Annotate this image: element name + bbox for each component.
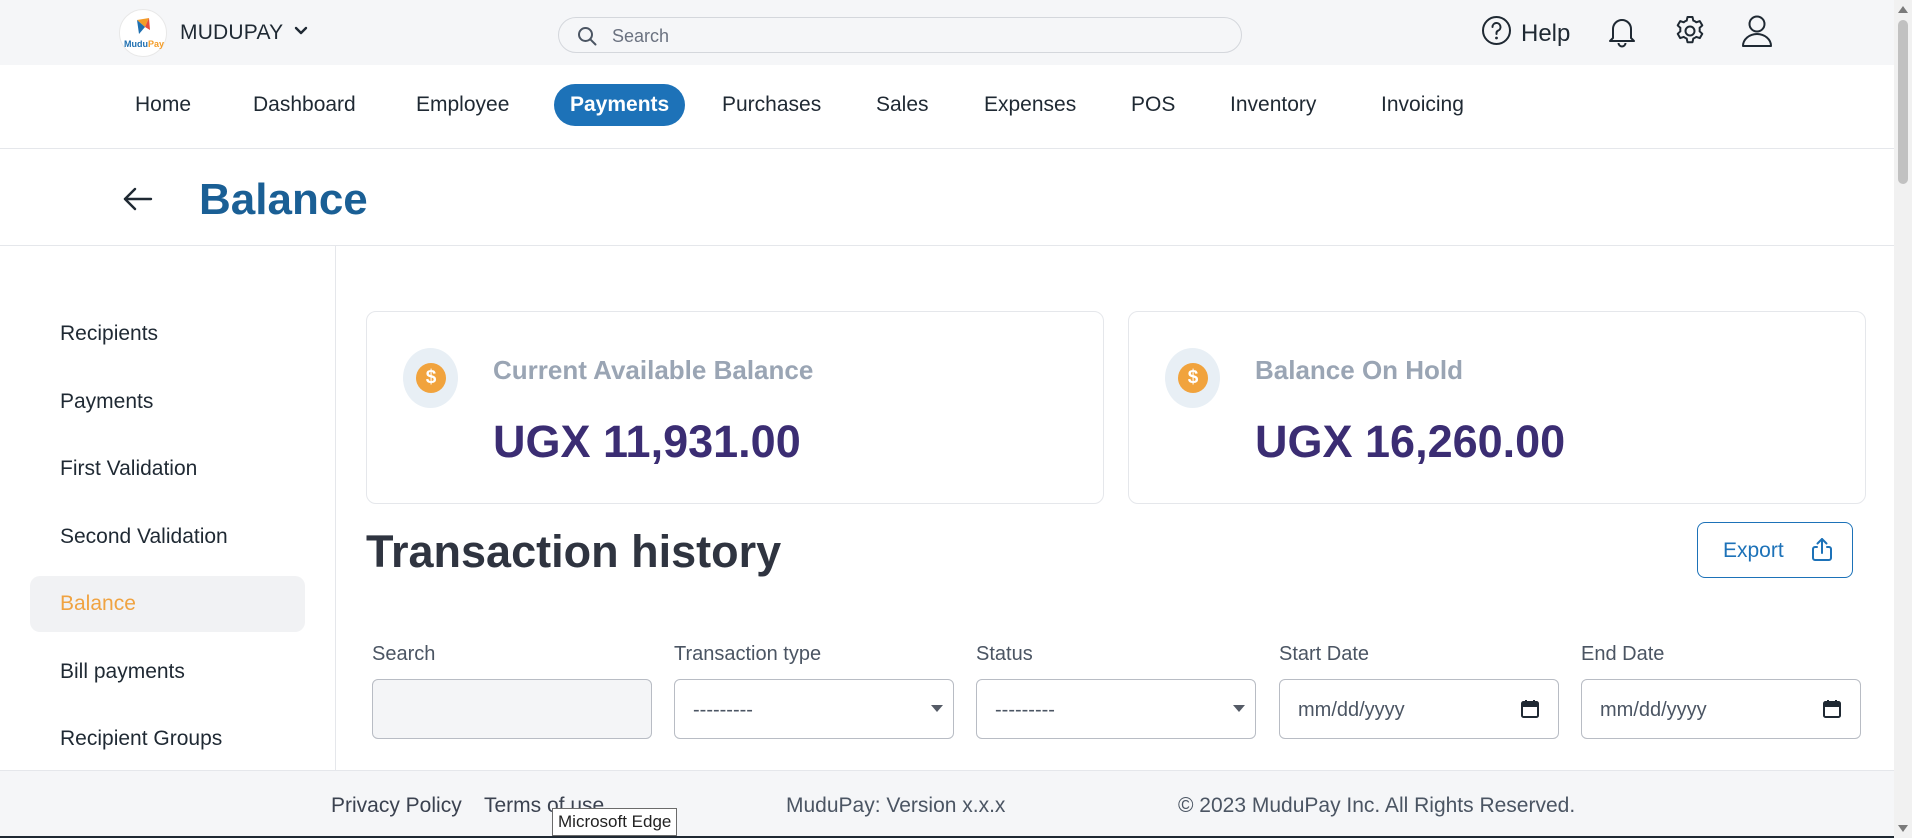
end-date-label: End Date	[1581, 643, 1665, 665]
card-amount: UGX 11,931.00	[493, 416, 801, 467]
nav-dashboard[interactable]: Dashboard	[237, 84, 372, 126]
page-header: Balance	[0, 149, 1894, 246]
nav-pos[interactable]: POS	[1115, 84, 1191, 126]
nav-invoicing[interactable]: Invoicing	[1365, 84, 1480, 126]
footer: Privacy Policy Terms of use MuduPay: Ver…	[0, 770, 1894, 838]
sidebar-item-balance[interactable]: Balance	[30, 576, 305, 632]
gear-icon[interactable]	[1673, 14, 1707, 48]
help-link[interactable]: Help	[1521, 20, 1570, 48]
nav-home[interactable]: Home	[119, 84, 207, 126]
main-nav: Home Dashboard Employee Payments Purchas…	[0, 65, 1894, 149]
status-select[interactable]: ---------	[976, 679, 1256, 739]
calendar-icon[interactable]	[1520, 699, 1540, 719]
sidebar-item-recipients[interactable]: Recipients	[30, 306, 305, 362]
logo-mark-icon	[137, 18, 150, 34]
status-label: Status	[976, 643, 1033, 665]
nav-purchases[interactable]: Purchases	[706, 84, 837, 126]
nav-employee[interactable]: Employee	[400, 84, 525, 126]
browser-tooltip: Microsoft Edge	[552, 808, 678, 836]
status-value: ---------	[995, 699, 1055, 721]
sidebar-item-second-validation[interactable]: Second Validation	[30, 509, 305, 565]
sidebar-item-recipient-groups[interactable]: Recipient Groups	[30, 711, 305, 767]
scrollbar-thumb[interactable]	[1898, 20, 1908, 184]
top-bar: MuduPay MUDUPAY Search Help	[0, 0, 1894, 65]
dollar-coin-icon: $	[403, 348, 458, 408]
dropdown-caret-icon	[931, 705, 943, 712]
mudupay-logo[interactable]: MuduPay	[119, 9, 167, 57]
sidebar-item-first-validation[interactable]: First Validation	[30, 441, 305, 497]
privacy-policy-link[interactable]: Privacy Policy	[331, 794, 462, 818]
brand-name[interactable]: MUDUPAY	[180, 21, 283, 45]
page-title: Balance	[199, 175, 368, 224]
nav-expenses[interactable]: Expenses	[968, 84, 1092, 126]
card-label: Balance On Hold	[1255, 355, 1464, 385]
balance-on-hold-card: $ Balance On Hold UGX 16,260.00	[1128, 311, 1866, 504]
search-filter-label: Search	[372, 643, 436, 665]
search-placeholder: Search	[612, 26, 670, 46]
card-amount: UGX 16,260.00	[1255, 416, 1566, 467]
sidebar-item-bill-payments[interactable]: Bill payments	[30, 644, 305, 700]
transaction-type-label: Transaction type	[674, 643, 822, 665]
chevron-down-icon[interactable]	[292, 22, 310, 40]
sidebar-item-payments[interactable]: Payments	[30, 374, 305, 430]
card-label: Current Available Balance	[493, 355, 814, 385]
nav-payments[interactable]: Payments	[554, 84, 686, 126]
search-filter-input[interactable]	[372, 679, 652, 739]
calendar-icon[interactable]	[1822, 699, 1842, 719]
back-arrow-icon[interactable]	[121, 182, 155, 216]
end-date-value: mm/dd/yyyy	[1600, 699, 1707, 721]
app-version: MuduPay: Version x.x.x	[786, 794, 1006, 817]
start-date-input[interactable]: mm/dd/yyyy	[1279, 679, 1559, 739]
export-button[interactable]: Export	[1697, 522, 1853, 578]
help-icon[interactable]	[1481, 15, 1512, 46]
transaction-type-value: ---------	[693, 699, 753, 721]
dropdown-caret-icon	[1233, 705, 1245, 712]
nav-inventory[interactable]: Inventory	[1214, 84, 1332, 126]
scroll-up-arrow-icon[interactable]	[1898, 6, 1908, 13]
search-input[interactable]: Search	[558, 17, 1242, 53]
bell-icon[interactable]	[1605, 14, 1639, 48]
end-date-input[interactable]: mm/dd/yyyy	[1581, 679, 1861, 739]
search-icon	[578, 27, 597, 46]
scroll-down-arrow-icon[interactable]	[1898, 825, 1908, 832]
logo-text: MuduPay	[124, 39, 165, 49]
dollar-coin-icon: $	[1165, 348, 1220, 408]
copyright: © 2023 MuduPay Inc. All Rights Reserved.	[1178, 794, 1576, 817]
nav-sales[interactable]: Sales	[860, 84, 945, 126]
upload-icon	[1812, 538, 1832, 561]
start-date-label: Start Date	[1279, 643, 1370, 665]
transaction-type-select[interactable]: ---------	[674, 679, 954, 739]
export-label: Export	[1723, 539, 1784, 562]
transaction-history-title: Transaction history	[366, 526, 782, 577]
user-profile-icon[interactable]	[1740, 13, 1774, 49]
available-balance-card: $ Current Available Balance UGX 11,931.0…	[366, 311, 1104, 504]
vertical-scrollbar[interactable]	[1894, 0, 1912, 838]
start-date-value: mm/dd/yyyy	[1298, 699, 1405, 721]
sidebar: Recipients Payments First Validation Sec…	[0, 246, 336, 770]
